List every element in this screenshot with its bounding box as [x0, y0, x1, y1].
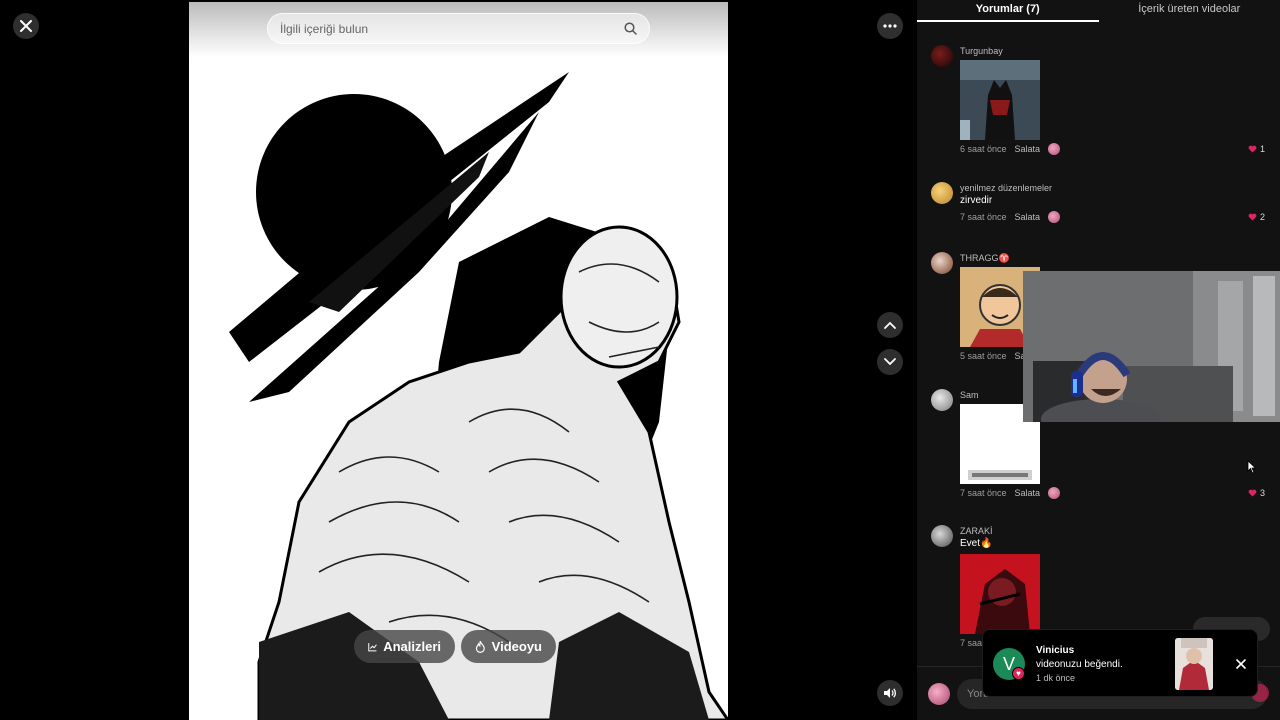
avatar[interactable] — [931, 525, 953, 547]
webcam-feed — [1023, 271, 1280, 422]
thumbnail-image — [1175, 638, 1213, 690]
comment-username[interactable]: ZARAKİ — [960, 525, 1265, 537]
search-bar[interactable] — [267, 13, 650, 44]
red-comic-image — [960, 554, 1040, 634]
comment-time: 6 saat önce — [960, 144, 1007, 154]
sticker-icon — [1048, 211, 1061, 223]
sticker-icon — [1048, 487, 1061, 499]
comment-time: 7 saat önce — [960, 212, 1007, 222]
analytics-button[interactable]: Analizleri — [354, 630, 455, 663]
close-icon — [20, 20, 32, 32]
reply-button[interactable]: Salata — [1015, 488, 1041, 498]
app-root: Analizleri Videoyu Yorumlar (7) İçerik ü… — [0, 0, 1280, 720]
video-button[interactable]: Videoyu — [461, 630, 556, 663]
batman-image — [960, 60, 1040, 140]
like-notification[interactable]: V ♥ Vinicius videonuzu beğendi. 1 dk önc… — [982, 629, 1258, 697]
search-input[interactable] — [280, 21, 624, 36]
comment-username[interactable]: THRAGG♈ — [960, 252, 1265, 264]
tab-comments[interactable]: Yorumlar (7) — [917, 0, 1099, 22]
webcam-overlay — [1023, 271, 1280, 422]
comment-username[interactable]: yenilmez düzenlemeler — [960, 182, 1265, 194]
comment-time: 7 saa — [960, 638, 983, 648]
sticker-icon — [1048, 143, 1061, 155]
heart-badge-icon: ♥ — [1012, 667, 1025, 680]
more-icon — [883, 24, 897, 28]
reply-button[interactable]: Salata — [1015, 212, 1041, 222]
avatar[interactable] — [931, 182, 953, 204]
avatar[interactable] — [931, 252, 953, 274]
video-label: Videoyu — [491, 639, 542, 654]
search-icon[interactable] — [624, 22, 637, 35]
reply-button[interactable]: Salata — [1015, 144, 1041, 154]
notification-close-button[interactable] — [1233, 656, 1249, 672]
comment-time: 7 saat önce — [960, 488, 1007, 498]
tab-bar: Yorumlar (7) İçerik üreten videolar — [917, 0, 1280, 22]
comment-time: 5 saat önce — [960, 351, 1007, 361]
comment-text: zirvedir — [960, 195, 993, 206]
avatar[interactable] — [931, 45, 953, 67]
notification-message: videonuzu beğendi. — [1036, 659, 1123, 670]
my-avatar — [928, 683, 950, 705]
comment-image[interactable] — [960, 554, 1040, 634]
comment-image[interactable] — [960, 60, 1040, 140]
next-button[interactable] — [877, 349, 903, 375]
more-options-button[interactable] — [877, 13, 903, 39]
close-button[interactable] — [13, 13, 39, 39]
like-count: 2 — [1259, 212, 1265, 222]
chevron-up-icon — [884, 321, 896, 329]
like-button[interactable]: 1 — [1248, 144, 1265, 154]
comment-item: Turgunbay 6 saat önce Salata 1 — [931, 45, 1271, 160]
like-count: 1 — [1259, 144, 1265, 154]
volume-icon — [884, 688, 897, 698]
like-count: 3 — [1259, 488, 1265, 498]
volume-button[interactable] — [877, 680, 903, 706]
close-icon — [1236, 659, 1246, 669]
artwork-image — [189, 2, 728, 720]
comment-username[interactable]: Turgunbay — [960, 45, 1265, 57]
flame-icon — [475, 640, 485, 653]
heart-icon — [1248, 489, 1257, 497]
mouse-cursor-icon — [1247, 460, 1257, 474]
notification-time: 1 dk önce — [1036, 673, 1076, 683]
notification-thumbnail — [1175, 638, 1213, 690]
heart-icon — [1248, 213, 1257, 221]
chevron-down-icon — [884, 358, 896, 366]
previous-button[interactable] — [877, 312, 903, 338]
like-button[interactable]: 3 — [1248, 488, 1265, 498]
notification-name: Vinicius — [1036, 645, 1075, 656]
avatar[interactable] — [931, 389, 953, 411]
chart-icon — [368, 642, 377, 651]
analytics-label: Analizleri — [383, 639, 441, 654]
comment-text: Evet🔥 — [960, 538, 993, 549]
tab-creator-videos[interactable]: İçerik üreten videolar — [1099, 0, 1280, 22]
heart-icon — [1248, 145, 1257, 153]
comment-item: yenilmez düzenlemeler zirvedir 7 saat ön… — [931, 182, 1271, 232]
like-button[interactable]: 2 — [1248, 212, 1265, 222]
media-viewer: Analizleri Videoyu — [189, 2, 728, 720]
